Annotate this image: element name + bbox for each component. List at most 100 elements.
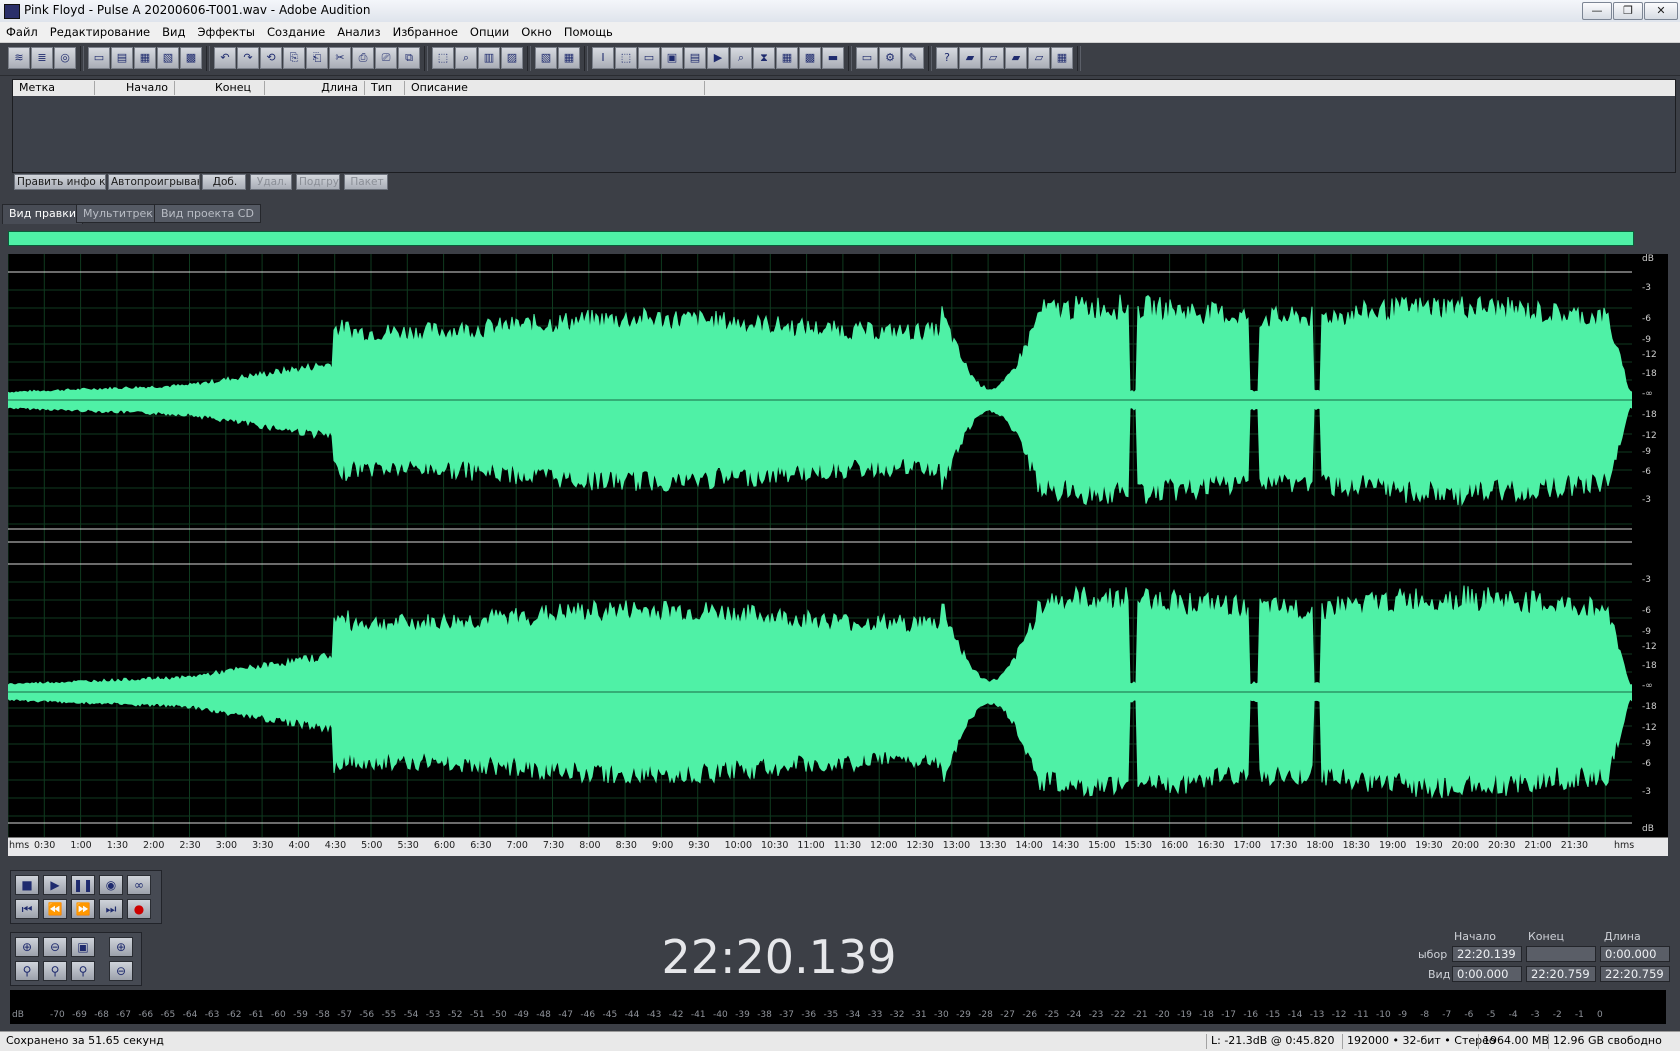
window-9-icon[interactable]: ▬ bbox=[822, 47, 844, 69]
edit-cue-info-button[interactable]: Править инфо кн bbox=[14, 174, 106, 190]
menu-edit[interactable]: Редактирование bbox=[44, 22, 156, 40]
fx-4-icon[interactable]: ▱ bbox=[1028, 47, 1050, 69]
tab-edit-view[interactable]: Вид правки bbox=[2, 204, 83, 224]
zoom-out-horizontal-icon[interactable]: ⊖ bbox=[43, 937, 67, 957]
copy-new-icon[interactable]: ⎗ bbox=[306, 47, 328, 69]
window-7-icon[interactable]: ▦ bbox=[776, 47, 798, 69]
multi-icon[interactable]: ▦ bbox=[558, 47, 580, 69]
stop-icon[interactable]: ■ bbox=[15, 875, 39, 895]
zoom-in-horizontal-icon[interactable]: ⊕ bbox=[15, 937, 39, 957]
col-description[interactable]: Описание bbox=[405, 81, 705, 95]
cd-view-icon[interactable]: ◎ bbox=[54, 47, 76, 69]
col-type[interactable]: Тип bbox=[365, 81, 405, 95]
window-3-icon[interactable]: ▤ bbox=[684, 47, 706, 69]
time-select-icon[interactable]: I bbox=[592, 47, 614, 69]
col-end[interactable]: Конец bbox=[175, 81, 265, 95]
window-1-icon[interactable]: ▭ bbox=[638, 47, 660, 69]
window-4-icon[interactable]: ▶ bbox=[707, 47, 729, 69]
menu-window[interactable]: Окно bbox=[515, 22, 558, 40]
fast-forward-icon[interactable]: ⏩ bbox=[71, 899, 95, 919]
tab-cd-project[interactable]: Вид проекта CD bbox=[154, 204, 261, 223]
selection-length-field[interactable]: 0:00.000 bbox=[1600, 946, 1670, 962]
add-marker-button[interactable]: Доб. bbox=[202, 174, 246, 190]
paste-icon[interactable]: ⎙ bbox=[352, 47, 374, 69]
timeline-tick: 3:00 bbox=[215, 840, 238, 851]
play-to-end-icon[interactable]: ◉ bbox=[99, 875, 123, 895]
zoom-in-vertical-icon[interactable]: ⊕ bbox=[109, 937, 133, 957]
menu-favorites[interactable]: Избранное bbox=[387, 22, 464, 40]
view-length-field[interactable]: 22:20.759 bbox=[1600, 966, 1670, 982]
batch-button[interactable]: Пакет bbox=[344, 174, 388, 190]
window-10-icon[interactable]: ▭ bbox=[856, 47, 878, 69]
view-end-field[interactable]: 22:20.759 bbox=[1526, 966, 1596, 982]
menu-generate[interactable]: Создание bbox=[261, 22, 331, 40]
menu-help[interactable]: Помощь bbox=[558, 22, 619, 40]
redo-icon[interactable]: ↷ bbox=[237, 47, 259, 69]
waveform-overview-bar[interactable] bbox=[8, 231, 1634, 246]
go-to-start-icon[interactable]: ⏮ bbox=[15, 899, 39, 919]
selection-start-field[interactable]: 22:20.139 bbox=[1452, 946, 1522, 962]
maximize-button[interactable]: ❐ bbox=[1613, 2, 1643, 20]
window-6-icon[interactable]: ⧗ bbox=[753, 47, 775, 69]
view-start-field[interactable]: 0:00.000 bbox=[1452, 966, 1522, 982]
play-icon[interactable]: ▶ bbox=[43, 875, 67, 895]
fx-2-icon[interactable]: ▱ bbox=[982, 47, 1004, 69]
timeline-tick: 8:00 bbox=[579, 840, 601, 851]
menu-file[interactable]: Файл bbox=[0, 22, 44, 40]
waveform-view-icon[interactable]: ≋ bbox=[8, 47, 30, 69]
undo-icon[interactable]: ↶ bbox=[214, 47, 236, 69]
selection-end-field[interactable] bbox=[1526, 946, 1596, 962]
settings-icon[interactable]: ⚙ bbox=[879, 47, 901, 69]
col-length[interactable]: Длина bbox=[265, 81, 365, 95]
record-icon[interactable]: ● bbox=[127, 899, 151, 919]
save-icon[interactable]: ▦ bbox=[134, 47, 156, 69]
paste-new-icon[interactable]: ⎚ bbox=[375, 47, 397, 69]
window-5-icon[interactable]: ⌕ bbox=[730, 47, 752, 69]
save-as-icon[interactable]: ▧ bbox=[157, 47, 179, 69]
waveform-display[interactable] bbox=[7, 254, 1633, 837]
zoom-selection-icon[interactable]: ⚲ bbox=[71, 961, 95, 981]
zoom-full-icon[interactable]: ▣ bbox=[71, 937, 95, 957]
open-file-icon[interactable]: ▤ bbox=[111, 47, 133, 69]
window-8-icon[interactable]: ▩ bbox=[799, 47, 821, 69]
repeat-icon[interactable]: ⟲ bbox=[260, 47, 282, 69]
frequency-icon[interactable]: ▨ bbox=[501, 47, 523, 69]
zoom-out-vertical-icon[interactable]: ⊖ bbox=[109, 961, 133, 981]
zoom-left-icon[interactable]: ⚲ bbox=[15, 961, 39, 981]
mix-paste-icon[interactable]: ⧉ bbox=[398, 47, 420, 69]
loop-icon[interactable]: ∞ bbox=[127, 875, 151, 895]
menu-effects[interactable]: Эффекты bbox=[191, 22, 261, 40]
close-file-icon[interactable]: ▩ bbox=[180, 47, 202, 69]
zoom-right-icon[interactable]: ⚲ bbox=[43, 961, 67, 981]
copy-icon[interactable]: ⎘ bbox=[283, 47, 305, 69]
close-button[interactable]: ✕ bbox=[1644, 2, 1678, 20]
fx-5-icon[interactable]: ▦ bbox=[1051, 47, 1073, 69]
marquee-icon[interactable]: ⬚ bbox=[615, 47, 637, 69]
menu-view[interactable]: Вид bbox=[156, 22, 191, 40]
tab-multitrack[interactable]: Мультитрек bbox=[76, 204, 160, 223]
timeline-ruler[interactable]: hms 0:30 1:00 1:30 2:00 2:30 3:00 3:30 4:00 4:30 5… bbox=[8, 837, 1668, 856]
multitrack-view-icon[interactable]: ≣ bbox=[31, 47, 53, 69]
load-marker-button[interactable]: Подгруз bbox=[296, 174, 340, 190]
pause-icon[interactable]: ❚❚ bbox=[71, 875, 95, 895]
new-file-icon[interactable]: ▭ bbox=[88, 47, 110, 69]
fx-1-icon[interactable]: ▰ bbox=[959, 47, 981, 69]
menu-analyze[interactable]: Анализ bbox=[331, 22, 386, 40]
minimize-button[interactable]: — bbox=[1582, 2, 1612, 20]
cut-icon[interactable]: ✂ bbox=[329, 47, 351, 69]
rewind-icon[interactable]: ⏪ bbox=[43, 899, 67, 919]
fx-3-icon[interactable]: ▰ bbox=[1005, 47, 1027, 69]
autoplay-button[interactable]: Автопроигрывани bbox=[108, 174, 200, 190]
help-icon[interactable]: ? bbox=[936, 47, 958, 69]
script-icon[interactable]: ✎ bbox=[902, 47, 924, 69]
zoom-icon[interactable]: ⌕ bbox=[455, 47, 477, 69]
menu-options[interactable]: Опции bbox=[464, 22, 515, 40]
window-2-icon[interactable]: ▣ bbox=[661, 47, 683, 69]
phase-icon[interactable]: ▧ bbox=[535, 47, 557, 69]
col-marker[interactable]: Метка bbox=[13, 81, 95, 95]
go-to-end-icon[interactable]: ⏭ bbox=[99, 899, 123, 919]
delete-marker-button[interactable]: Удал. bbox=[250, 174, 292, 190]
spectral-icon[interactable]: ▥ bbox=[478, 47, 500, 69]
trim-icon[interactable]: ⬚ bbox=[432, 47, 454, 69]
col-start[interactable]: Начало bbox=[95, 81, 175, 95]
